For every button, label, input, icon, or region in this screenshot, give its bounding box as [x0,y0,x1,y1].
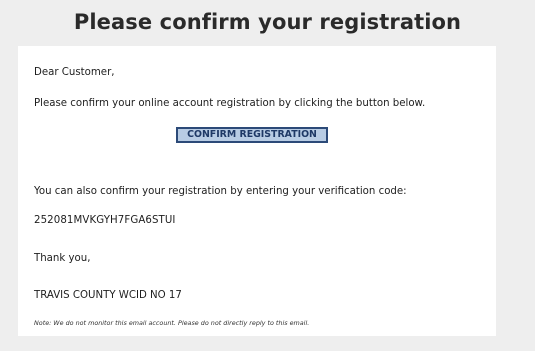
email-card: Dear Customer, Please confirm your onlin… [18,46,496,336]
disclaimer-note: Note: We do not monitor this email accou… [34,319,310,327]
confirm-registration-button[interactable]: CONFIRM REGISTRATION [176,127,328,143]
verification-code: 252081MVKGYH7FGA6STUI [34,215,176,226]
thanks-text: Thank you, [34,253,91,264]
page: Please confirm your registration Dear Cu… [0,0,535,351]
organization-name: TRAVIS COUNTY WCID NO 17 [34,290,182,301]
greeting-text: Dear Customer, [34,67,115,78]
page-title: Please confirm your registration [73,10,462,34]
instruction-text: Please confirm your online account regis… [34,98,426,109]
verification-instruction-text: You can also confirm your registration b… [34,186,407,197]
